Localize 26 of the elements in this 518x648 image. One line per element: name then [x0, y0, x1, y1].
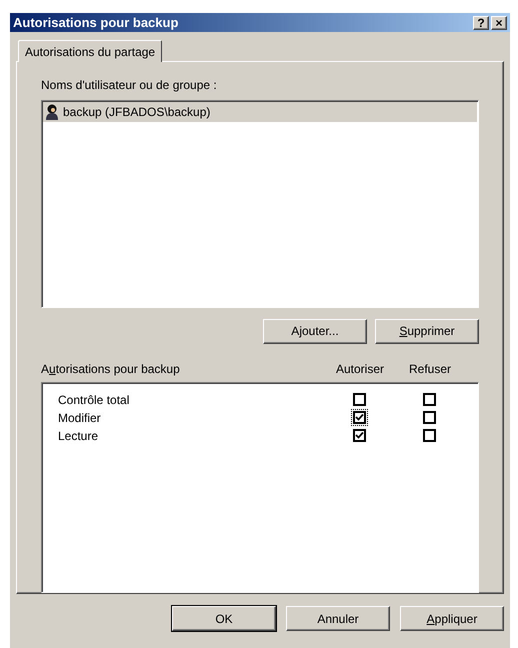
cancel-button[interactable]: Annuler: [286, 606, 390, 631]
checkbox[interactable]: [420, 427, 438, 444]
permission-name: Lecture: [58, 428, 100, 444]
user-item[interactable]: backup (JFBADOS\backup): [43, 102, 477, 122]
permission-name: Contrôle total: [58, 392, 130, 408]
permissions-label: Autorisations pour backup: [41, 360, 181, 378]
column-header: Autoriser: [334, 360, 386, 378]
user-icon: [45, 104, 59, 120]
column-header: Refuser: [408, 360, 452, 378]
checkbox[interactable]: [350, 409, 368, 426]
checkbox[interactable]: [350, 427, 368, 444]
close-button[interactable]: ×: [491, 16, 507, 30]
help-button[interactable]: ?: [473, 16, 489, 30]
ok-button[interactable]: OK: [172, 606, 276, 631]
remove-button[interactable]: Supprimer: [375, 318, 479, 344]
users-label: Noms d'utilisateur ou de groupe :: [41, 77, 218, 94]
checkbox[interactable]: [350, 391, 368, 408]
tab[interactable]: Autorisations du partage: [18, 40, 162, 62]
checkbox[interactable]: [420, 391, 438, 408]
permission-name: Modifier: [58, 410, 102, 426]
checkbox[interactable]: [420, 409, 438, 426]
user-name: backup (JFBADOS\backup): [63, 104, 210, 121]
apply-button[interactable]: Appliquer: [400, 606, 504, 631]
window-title: Autorisations pour backup: [13, 14, 180, 32]
add-button[interactable]: Ajouter...: [263, 318, 367, 344]
users-list[interactable]: backup (JFBADOS\backup): [41, 100, 479, 308]
